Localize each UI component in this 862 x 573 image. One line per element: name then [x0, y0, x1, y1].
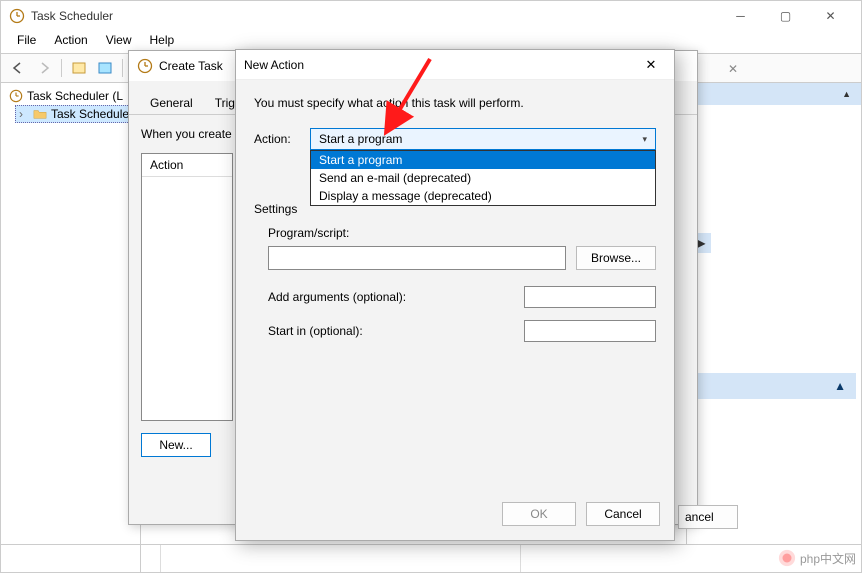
close-button[interactable]: ✕ — [808, 2, 853, 30]
cancel-label: ancel — [685, 510, 714, 524]
folder-icon — [33, 107, 47, 121]
dropdown-option-display-message[interactable]: Display a message (deprecated) — [311, 187, 655, 205]
php-icon — [778, 549, 796, 567]
close-button[interactable]: ✕ — [636, 57, 666, 73]
main-title: Task Scheduler — [31, 9, 718, 23]
main-titlebar: Task Scheduler ─ ▢ ✕ — [1, 1, 861, 31]
ok-button[interactable]: OK — [502, 502, 576, 526]
menu-action[interactable]: Action — [46, 31, 95, 53]
browse-button[interactable]: Browse... — [576, 246, 656, 270]
forward-button[interactable] — [33, 57, 55, 79]
actions-panel-header[interactable]: ▲ — [687, 83, 861, 105]
tree-child-label: Task Schedule — [51, 107, 129, 121]
cancel-button[interactable]: Cancel — [586, 502, 660, 526]
close-icon[interactable]: ✕ — [720, 59, 746, 79]
action-selected-value: Start a program — [319, 132, 402, 146]
tree-child[interactable]: › Task Schedule — [15, 105, 136, 123]
arguments-label: Add arguments (optional): — [268, 290, 524, 304]
action-dropdown: Start a program Send an e-mail (deprecat… — [310, 150, 656, 206]
maximize-button[interactable]: ▢ — [763, 2, 808, 30]
clock-icon — [137, 58, 153, 74]
arguments-input[interactable] — [524, 286, 656, 308]
action-select[interactable]: Start a program ▾ Start a program Send a… — [310, 128, 656, 150]
actions-panel: ▲ ▲ — [686, 83, 861, 544]
actions-list[interactable]: Action — [141, 153, 233, 421]
status-bar — [1, 544, 861, 572]
clock-icon — [9, 89, 23, 103]
tree-panel: Task Scheduler (L › Task Schedule — [1, 83, 141, 572]
menu-file[interactable]: File — [9, 31, 44, 53]
expand-icon[interactable]: › — [19, 107, 29, 121]
actions-list-header: Action — [142, 154, 232, 177]
chevron-down-icon: ▾ — [642, 134, 647, 145]
back-button[interactable] — [7, 57, 29, 79]
new-button[interactable]: New... — [141, 433, 211, 457]
watermark: php中文网 — [778, 549, 856, 567]
toolbar-separator — [122, 59, 123, 77]
task-scheduler-icon — [9, 8, 25, 24]
tree-root[interactable]: Task Scheduler (L — [5, 87, 136, 105]
new-action-title: New Action — [244, 58, 304, 72]
action-label: Action: — [254, 132, 310, 146]
status-segment — [161, 545, 521, 572]
toolbar-separator — [61, 59, 62, 77]
actions-panel-header-2[interactable]: ▲ — [687, 373, 856, 399]
tree-root-label: Task Scheduler (L — [27, 89, 123, 103]
instruction-text: You must specify what action this task w… — [254, 96, 656, 110]
startin-input[interactable] — [524, 320, 656, 342]
new-action-dialog: New Action ✕ You must specify what actio… — [235, 49, 675, 541]
tab-general[interactable]: General — [139, 91, 204, 114]
status-segment — [1, 545, 161, 572]
program-script-label: Program/script: — [268, 226, 656, 240]
startin-label: Start in (optional): — [268, 324, 524, 338]
cancel-button-peek[interactable]: ancel — [678, 505, 738, 529]
new-action-titlebar: New Action ✕ — [236, 50, 674, 80]
program-script-input[interactable] — [268, 246, 566, 270]
collapse-arrow-icon: ▲ — [842, 89, 851, 99]
collapse-arrow-icon: ▲ — [834, 379, 846, 393]
dropdown-option-start-program[interactable]: Start a program — [311, 151, 655, 169]
toolbar-refresh-icon[interactable] — [94, 57, 116, 79]
toolbar-create-basic-task-icon[interactable] — [68, 57, 90, 79]
minimize-button[interactable]: ─ — [718, 2, 763, 30]
dropdown-option-send-email[interactable]: Send an e-mail (deprecated) — [311, 169, 655, 187]
create-task-title: Create Task — [159, 59, 223, 73]
watermark-text: php中文网 — [800, 550, 856, 567]
